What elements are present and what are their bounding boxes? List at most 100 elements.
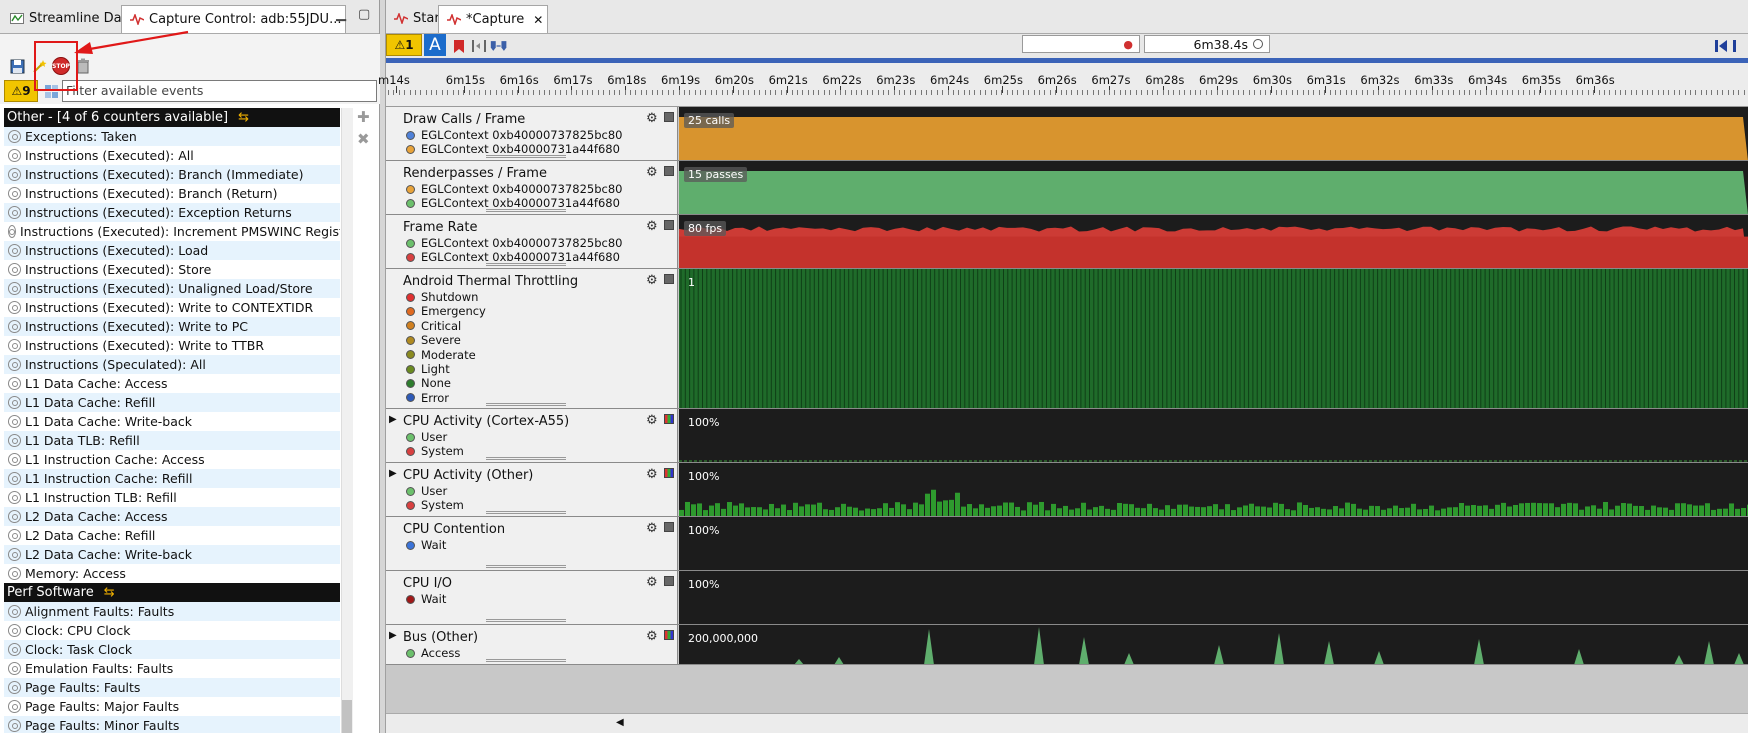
counter-item[interactable]: Clock: Task Clock: [4, 640, 340, 659]
time-ruler[interactable]: m14s 6m15s 6m16s 6m17s 6m18s 6m19s 6m20s 6m21s 6…: [378, 63, 1748, 107]
legend-item[interactable]: User: [406, 430, 447, 444]
legend-item[interactable]: System: [406, 498, 464, 512]
legend-item[interactable]: System: [406, 444, 464, 458]
row-resize-handle[interactable]: [486, 659, 566, 662]
row-resize-handle[interactable]: [486, 565, 566, 568]
counter-group-header[interactable]: Perf Software ⇆: [4, 583, 340, 602]
legend-item[interactable]: EGLContext 0xb40000737825bc80: [406, 128, 622, 142]
legend-item[interactable]: Shutdown: [406, 290, 478, 304]
counter-item[interactable]: L1 Data Cache: Write-back: [4, 412, 340, 431]
counter-item[interactable]: Instructions (Executed): Write to TTBR: [4, 336, 340, 355]
row-resize-handle[interactable]: [486, 619, 566, 622]
counter-item[interactable]: Instructions (Executed): Unaligned Load/…: [4, 279, 340, 298]
legend-item[interactable]: Emergency: [406, 304, 486, 318]
counter-item[interactable]: L1 Instruction Cache: Refill: [4, 469, 340, 488]
legend-item[interactable]: EGLContext 0xb40000737825bc80: [406, 236, 622, 250]
marker-search-field[interactable]: ●: [1022, 35, 1140, 53]
display-mode-icon[interactable]: [664, 112, 674, 122]
filter-events-input[interactable]: Filter available events: [62, 80, 377, 102]
maximize-button[interactable]: ▢: [358, 8, 370, 21]
counter-item[interactable]: Emulation Faults: Faults: [4, 659, 340, 678]
row-resize-handle[interactable]: [486, 209, 566, 212]
row-plot[interactable]: 200,000,000: [679, 625, 1748, 664]
legend-item[interactable]: Wait: [406, 538, 446, 552]
row-plot[interactable]: 15 passes: [679, 161, 1748, 214]
legend-item[interactable]: User: [406, 484, 447, 498]
counter-item[interactable]: Page Faults: Major Faults: [4, 697, 340, 716]
row-plot[interactable]: 1: [679, 269, 1748, 408]
cursor-time-field[interactable]: 6m38.4s: [1144, 35, 1270, 53]
counter-item[interactable]: Exceptions: Taken: [4, 127, 340, 146]
timeline-warnings[interactable]: ⚠1: [386, 34, 422, 56]
display-mode-icon[interactable]: [664, 166, 674, 176]
step-back-icon[interactable]: [1730, 37, 1748, 55]
row-plot[interactable]: 25 calls: [679, 107, 1748, 160]
counter-item[interactable]: L2 Data Cache: Refill: [4, 526, 340, 545]
warnings-indicator[interactable]: ⚠9: [4, 80, 38, 102]
gear-icon[interactable]: ⚙: [646, 413, 658, 428]
display-mode-icon[interactable]: [664, 220, 674, 230]
close-tab-icon[interactable]: ✕: [533, 13, 543, 27]
legend-item[interactable]: Critical: [406, 319, 461, 333]
scrollbar-thumb[interactable]: [342, 700, 352, 733]
counter-group-header[interactable]: Other - [4 of 6 counters available] ⇆: [4, 108, 340, 127]
gear-icon[interactable]: ⚙: [646, 165, 658, 180]
skip-to-start-icon[interactable]: [1712, 37, 1730, 55]
legend-item[interactable]: Moderate: [406, 348, 476, 362]
row-resize-handle[interactable]: [486, 511, 566, 514]
display-mode-icon[interactable]: [664, 630, 674, 640]
counter-item[interactable]: L1 Instruction Cache: Access: [4, 450, 340, 469]
gear-icon[interactable]: ⚙: [646, 575, 658, 590]
counter-item[interactable]: Alignment Faults: Faults: [4, 602, 340, 621]
expand-icon[interactable]: ▶: [389, 630, 397, 641]
swap-icon[interactable]: ⇆: [238, 110, 249, 125]
gear-icon[interactable]: ⚙: [646, 273, 658, 288]
counter-item[interactable]: Instructions (Executed): Increment PMSWI…: [4, 222, 340, 241]
counter-item[interactable]: Instructions (Executed): Store: [4, 260, 340, 279]
counter-item[interactable]: Instructions (Executed): All: [4, 146, 340, 165]
counter-item[interactable]: L2 Data Cache: Access: [4, 507, 340, 526]
legend-item[interactable]: None: [406, 376, 451, 390]
gear-icon[interactable]: ⚙: [646, 521, 658, 536]
scroll-left-icon[interactable]: ◀: [616, 717, 624, 728]
row-plot[interactable]: 100%: [679, 463, 1748, 516]
row-plot[interactable]: 80 fps: [679, 215, 1748, 268]
display-mode-icon[interactable]: [664, 468, 674, 478]
range-markers-icon[interactable]: [490, 37, 508, 55]
counter-item[interactable]: Instructions (Speculated): All: [4, 355, 340, 374]
counter-item[interactable]: Instructions (Executed): Write to CONTEX…: [4, 298, 340, 317]
counter-item[interactable]: Instructions (Executed): Branch (Return): [4, 184, 340, 203]
counter-item[interactable]: L1 Data TLB: Refill: [4, 431, 340, 450]
display-mode-icon[interactable]: [664, 414, 674, 424]
minimize-button[interactable]: ▁: [336, 8, 346, 21]
horizontal-scrollbar[interactable]: ◀: [386, 713, 1748, 733]
gear-icon[interactable]: ⚙: [646, 629, 658, 644]
row-plot[interactable]: 100%: [679, 571, 1748, 624]
legend-item[interactable]: Severe: [406, 333, 461, 347]
bookmark-icon[interactable]: [450, 37, 468, 55]
legend-item[interactable]: Wait: [406, 592, 446, 606]
counter-item[interactable]: Page Faults: Faults: [4, 678, 340, 697]
swap-icon[interactable]: ⇆: [104, 585, 115, 600]
legend-item[interactable]: Access: [406, 646, 460, 660]
counter-item[interactable]: Memory: Access: [4, 564, 340, 583]
counter-item[interactable]: Instructions (Executed): Exception Retur…: [4, 203, 340, 222]
row-resize-handle[interactable]: [486, 403, 566, 406]
counter-item[interactable]: Clock: CPU Clock: [4, 621, 340, 640]
row-resize-handle[interactable]: [486, 457, 566, 460]
gear-icon[interactable]: ⚙: [646, 219, 658, 234]
tab-capture-control[interactable]: Capture Control: adb:55JDU...: [121, 5, 347, 33]
list-scrollbar[interactable]: [341, 108, 353, 733]
legend-item[interactable]: Light: [406, 362, 450, 376]
annotate-button[interactable]: A: [424, 34, 446, 56]
row-resize-handle[interactable]: [486, 155, 566, 158]
row-resize-handle[interactable]: [486, 263, 566, 266]
counter-item[interactable]: L2 Data Cache: Write-back: [4, 545, 340, 564]
tab-streamline-data[interactable]: Streamline Data: [2, 6, 139, 30]
display-mode-icon[interactable]: [664, 522, 674, 532]
remove-counter-button[interactable]: ✖: [357, 130, 370, 148]
counter-item[interactable]: Page Faults: Minor Faults: [4, 716, 340, 733]
calipers-icon[interactable]: [470, 37, 488, 55]
counter-item[interactable]: L1 Instruction TLB: Refill: [4, 488, 340, 507]
row-plot[interactable]: 100%: [679, 517, 1748, 570]
